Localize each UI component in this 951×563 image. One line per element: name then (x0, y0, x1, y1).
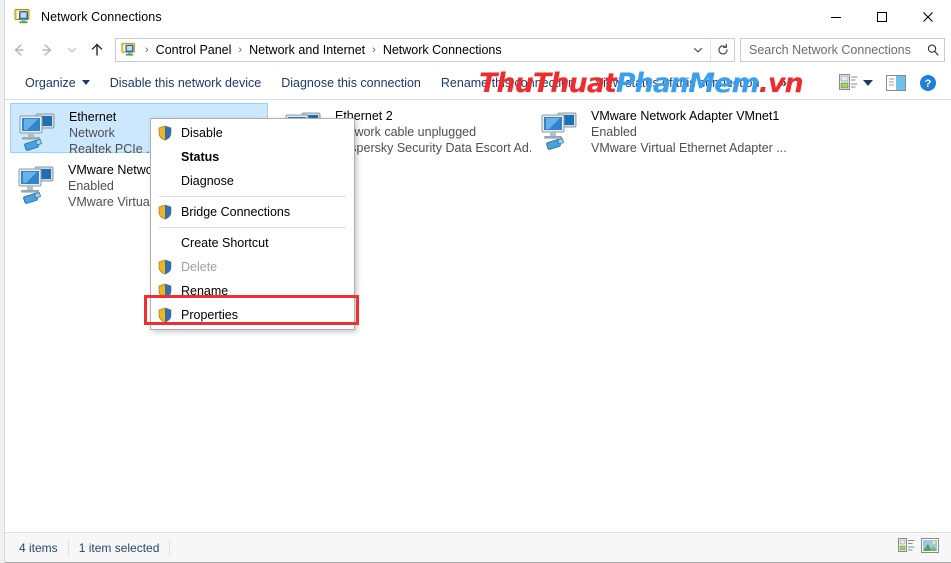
close-button[interactable] (905, 0, 951, 34)
back-button[interactable] (5, 36, 33, 64)
list-item-text: VMware Network Adapter VMnet1 Enabled VM… (591, 107, 787, 156)
context-menu-item-status[interactable]: Status (151, 145, 354, 169)
connection-device: Realtek PCIe ... (69, 142, 157, 156)
context-menu-item-properties[interactable]: Properties (151, 303, 354, 327)
refresh-icon[interactable] (710, 39, 734, 61)
context-menu-item-rename[interactable]: Rename (151, 279, 354, 303)
toolbar-right-group: ? (833, 70, 951, 96)
connection-status: Network (69, 126, 115, 140)
watermark-part-2: PhanMem (615, 68, 760, 99)
context-menu-item-delete: Delete (151, 255, 354, 279)
site-watermark: ThuThuatPhanMem.vn (479, 68, 804, 99)
search-box[interactable]: Search Network Connections (740, 38, 945, 62)
breadcrumb-separator: › (372, 44, 376, 56)
breadcrumb-network-icon (121, 42, 137, 58)
preview-pane-icon[interactable] (881, 70, 911, 96)
context-menu-item-label: Bridge Connections (181, 205, 291, 219)
context-menu-item-label: Rename (181, 284, 229, 298)
connection-device: Kaspersky Security Data Escort Ad... (335, 141, 531, 155)
network-adapter-icon (15, 110, 63, 154)
context-menu-item-label: Status (181, 150, 220, 164)
connection-device: VMware Virtual Ethernet Adapter ... (591, 141, 787, 155)
connection-status: Network cable unplugged (335, 125, 477, 139)
connection-status: Enabled (591, 125, 637, 139)
shield-icon (157, 204, 173, 220)
shield-icon (157, 307, 173, 323)
breadcrumb-network-connections[interactable]: Network Connections (380, 43, 505, 57)
shield-icon (157, 283, 173, 299)
context-menu-item-create-shortcut[interactable]: Create Shortcut (151, 231, 354, 255)
status-bar: 4 items 1 item selected (5, 532, 951, 562)
search-input[interactable]: Search Network Connections (741, 43, 922, 57)
context-menu-item-label: Disable (181, 126, 223, 140)
view-mode-buttons (898, 537, 951, 558)
shield-icon (157, 259, 173, 275)
address-bar[interactable]: › Control Panel › Network and Internet ›… (115, 38, 735, 62)
explorer-window: Network Connections › Control Panel › Ne… (0, 0, 951, 563)
list-item-text: Ethernet Network Realtek PCIe ... (69, 108, 157, 157)
context-menu-separator (159, 227, 346, 228)
navigation-bar: › Control Panel › Network and Internet ›… (5, 34, 951, 66)
connections-list: Ethernet Network Realtek PCIe ... Ethern… (5, 100, 951, 532)
chevron-down-icon (81, 80, 90, 85)
watermark-part-3: .vn (758, 68, 804, 99)
organize-label: Organize (25, 75, 76, 90)
window-title: Network Connections (41, 10, 162, 24)
forward-button[interactable] (33, 36, 61, 64)
network-adapter-icon (14, 163, 62, 207)
large-icons-view-button[interactable] (921, 537, 939, 558)
context-menu-item-diagnose[interactable]: Diagnose (151, 169, 354, 193)
recent-locations-chevron-down-icon[interactable] (61, 36, 83, 64)
minimize-button[interactable] (813, 0, 859, 34)
context-menu-item-disable[interactable]: Disable (151, 121, 354, 145)
context-menu-item-label: Properties (181, 308, 238, 322)
disable-device-button[interactable]: Disable this network device (100, 72, 271, 94)
search-icon[interactable] (922, 43, 944, 57)
help-button[interactable]: ? (913, 70, 943, 96)
change-view-icon[interactable] (833, 70, 863, 96)
command-toolbar: Organize Disable this network device Dia… (5, 66, 951, 100)
connection-name: Ethernet (69, 110, 117, 124)
details-view-button[interactable] (898, 537, 915, 558)
connection-name: VMware Network Adapter VMnet1 (591, 109, 780, 123)
network-adapter-icon (537, 109, 585, 153)
shield-icon (157, 125, 173, 141)
context-menu-item-label: Diagnose (181, 174, 234, 188)
list-item[interactable]: VMware Network Adapter VMnet1 Enabled VM… (533, 103, 823, 156)
address-chevron-down-icon[interactable] (686, 39, 710, 61)
network-connections-icon (14, 8, 32, 26)
watermark-part-1: ThuThuat (479, 68, 617, 99)
svg-text:?: ? (925, 78, 932, 90)
breadcrumb-separator: › (145, 44, 149, 56)
maximize-button[interactable] (859, 0, 905, 34)
connection-name: Ethernet 2 (335, 109, 393, 123)
view-chevron-down-icon[interactable] (863, 79, 873, 86)
context-menu-item-bridge-connections[interactable]: Bridge Connections (151, 200, 354, 224)
context-menu-separator (159, 196, 346, 197)
organize-button[interactable]: Organize (15, 72, 100, 94)
list-item-text: Ethernet 2 Network cable unplugged Kaspe… (335, 107, 531, 156)
context-menu: Disable Status Diagnose Bridge Connectio… (144, 118, 359, 330)
up-button[interactable] (83, 36, 111, 64)
breadcrumb-network-and-internet[interactable]: Network and Internet (246, 43, 368, 57)
selection-label: 1 item selected (69, 539, 171, 556)
context-menu-item-label: Create Shortcut (181, 236, 269, 250)
context-menu-item-label: Delete (181, 260, 218, 274)
window-controls (813, 0, 951, 34)
title-bar: Network Connections (5, 0, 951, 34)
diagnose-connection-button[interactable]: Diagnose this connection (271, 72, 431, 94)
breadcrumb-separator: › (238, 44, 243, 56)
breadcrumb-control-panel[interactable]: Control Panel (153, 43, 235, 57)
item-count-label: 4 items (5, 539, 69, 556)
